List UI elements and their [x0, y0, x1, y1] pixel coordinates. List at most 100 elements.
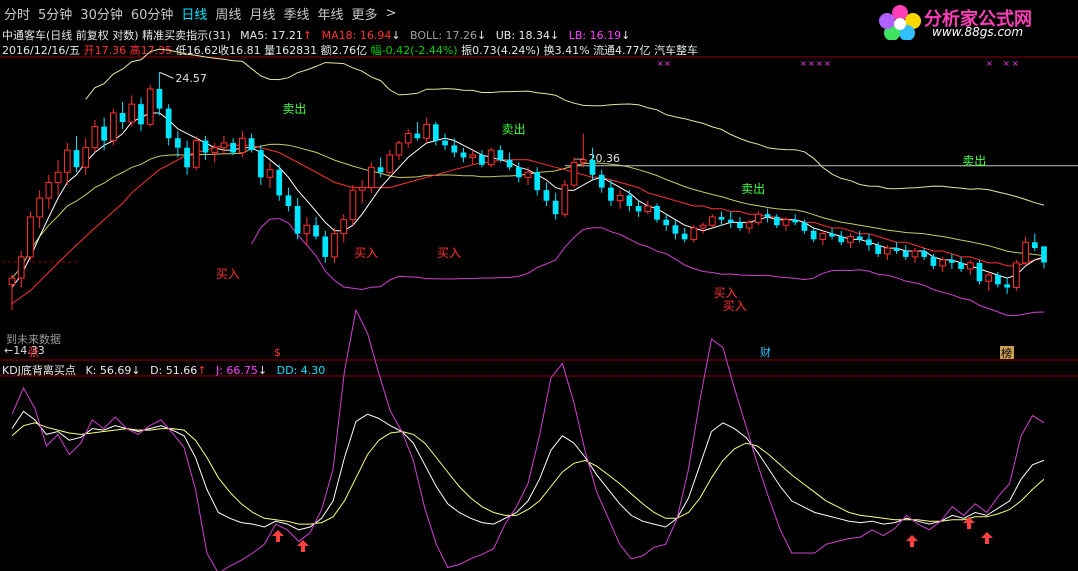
candle-body — [552, 200, 559, 215]
high-label: 24.57 — [175, 72, 207, 85]
candle-body — [230, 142, 236, 153]
candle-body — [110, 112, 117, 142]
candle-body — [239, 137, 246, 154]
candle-body — [939, 259, 946, 267]
candle-body — [27, 216, 34, 258]
candle-body — [184, 147, 190, 168]
candle-body — [930, 256, 937, 266]
buy-signal: 买入 — [437, 246, 461, 260]
candle-body — [1022, 241, 1029, 264]
candle-body — [349, 189, 357, 221]
ma5-line — [11, 112, 1045, 288]
candle-body — [313, 225, 319, 237]
candle-body — [368, 166, 375, 189]
candle-body — [524, 171, 532, 178]
candle-body — [377, 167, 384, 173]
buy-signal: 买入 — [354, 246, 378, 260]
candle-body — [856, 236, 863, 240]
kdj-d-line — [11, 422, 1045, 525]
kdj-buy-arrow — [963, 517, 975, 529]
candle-body — [358, 187, 366, 191]
candle-body — [36, 197, 43, 218]
candle-body — [433, 124, 439, 141]
kdj-j-line — [11, 308, 1045, 571]
candle-body — [294, 206, 301, 234]
candle-body — [654, 206, 660, 220]
kdj-buy-arrow — [272, 530, 284, 542]
candle-body — [1004, 284, 1010, 288]
candle-body — [681, 233, 688, 240]
candle-body — [745, 221, 753, 229]
candle-body — [782, 219, 790, 226]
candle-body — [902, 250, 909, 257]
candle-body — [54, 171, 62, 183]
candle-body — [737, 222, 743, 229]
candle-body — [884, 247, 891, 255]
candle-body — [663, 219, 670, 226]
kdj-buy-arrow — [906, 535, 918, 547]
candle-body — [442, 140, 448, 146]
candle-body — [146, 88, 154, 125]
candle-body — [819, 233, 827, 240]
price-chart[interactable]: — 20.3624.57到未来数据←14.33卖出卖出卖出卖出买入买入 买入买入买… — [0, 0, 1078, 571]
buy-signal: 买入 — [714, 286, 738, 300]
candle-body — [165, 108, 172, 139]
candle-body — [616, 194, 624, 202]
candle-body — [497, 150, 504, 160]
candle-body — [829, 233, 835, 237]
candle-body — [479, 154, 485, 165]
buy-signal: 买入 — [216, 267, 240, 281]
candle-body — [248, 138, 255, 151]
candle-body — [73, 150, 80, 168]
candle-body — [266, 169, 274, 178]
candle-body — [506, 159, 513, 168]
candle-body — [322, 236, 329, 257]
candle-body — [875, 245, 881, 254]
candle-body — [469, 154, 477, 158]
candle-body — [285, 195, 292, 207]
candle-body — [220, 142, 228, 149]
candle-body — [460, 152, 467, 158]
candle-body — [958, 262, 964, 269]
candle-body — [331, 233, 338, 258]
candle-body — [699, 224, 707, 229]
candle-body — [764, 214, 771, 217]
marker-cai: 财 — [760, 345, 771, 359]
candle-body — [276, 169, 283, 196]
candle-body — [866, 239, 872, 246]
candle-body — [1013, 262, 1020, 289]
candle-body — [101, 126, 107, 141]
sell-signal: 卖出 — [282, 102, 306, 116]
candle-body — [192, 140, 200, 168]
candle-body — [966, 262, 974, 270]
candle-body — [404, 133, 412, 144]
candle-body — [515, 167, 522, 178]
candle-body — [579, 159, 587, 163]
candle-body — [589, 159, 596, 175]
candle-body — [995, 275, 1001, 285]
sell-signal: 卖出 — [502, 123, 526, 137]
candle-body — [257, 150, 264, 178]
candle-body — [847, 236, 854, 243]
event-marker-x: × — [664, 59, 671, 68]
candle-body — [921, 250, 928, 257]
candle-body — [708, 216, 716, 226]
candle-body — [119, 113, 126, 123]
candle-body — [386, 154, 394, 173]
sell-signal: 卖出 — [741, 182, 765, 196]
candle-body — [45, 181, 53, 199]
boll-mid-line — [11, 143, 1045, 279]
candle-body — [911, 250, 919, 258]
boll-lower-line — [251, 218, 1045, 317]
candle-body — [598, 174, 605, 188]
reference-label: — 20.36 — [574, 152, 620, 165]
candle-body — [838, 236, 845, 243]
candle-body — [128, 103, 136, 123]
candle-body — [644, 205, 652, 212]
candle-body — [451, 145, 458, 153]
marker-zhang: 张 — [28, 346, 39, 359]
candle-body — [672, 225, 679, 234]
event-marker-x: × — [824, 59, 831, 68]
candle-body — [82, 147, 90, 168]
candle-body — [727, 219, 734, 223]
